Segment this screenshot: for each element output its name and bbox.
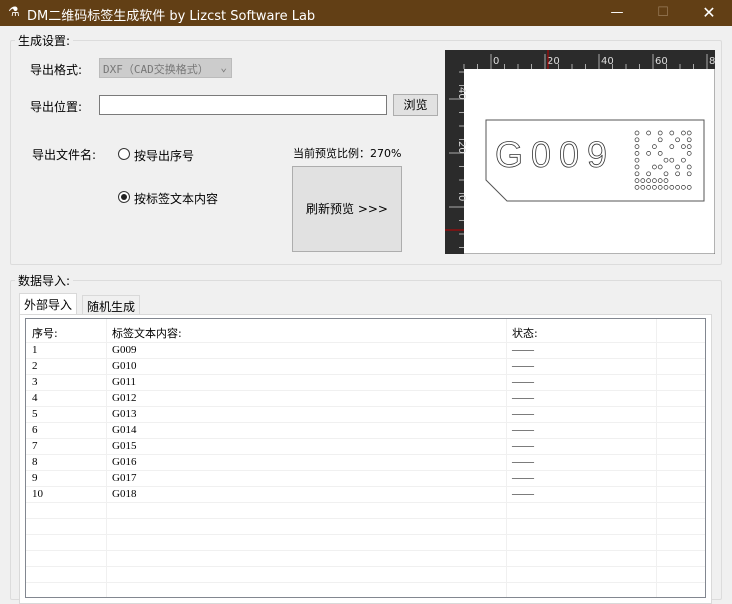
table-row[interactable]: 10 G018 —— xyxy=(26,487,705,503)
format-select[interactable]: DXF（CAD交换格式） ⌄ xyxy=(99,58,232,78)
close-button[interactable]: ✕ xyxy=(686,0,732,26)
location-input[interactable] xyxy=(99,95,387,115)
table-row[interactable]: 9 G017 —— xyxy=(26,471,705,487)
cell-content: G013 xyxy=(112,408,137,420)
table-row[interactable] xyxy=(26,583,705,597)
label-text: G009 xyxy=(495,134,615,175)
app-icon: ⚗ xyxy=(8,5,20,20)
ruler-x-label: 80 xyxy=(709,56,715,67)
table-row[interactable]: 3 G011 —— xyxy=(26,375,705,391)
table-row[interactable] xyxy=(26,551,705,567)
scale-text: 当前预览比例：270% xyxy=(293,147,402,160)
chevron-down-icon: ⌄ xyxy=(220,61,227,74)
cell-serial: 5 xyxy=(32,408,38,420)
cell-status: —— xyxy=(512,376,534,388)
maximize-button[interactable]: ☐ xyxy=(640,0,686,26)
table-row[interactable]: 8 G016 —— xyxy=(26,455,705,471)
cell-serial: 9 xyxy=(32,472,38,484)
tab-random-generate[interactable]: 随机生成 xyxy=(82,295,141,316)
minimize-button[interactable]: — xyxy=(594,0,640,26)
cell-status: —— xyxy=(512,424,534,436)
cell-content: G011 xyxy=(112,376,137,388)
table-row[interactable]: 2 G010 —— xyxy=(26,359,705,375)
ruler-y-label: 0 xyxy=(456,195,467,201)
table-row[interactable]: 6 G014 —— xyxy=(26,423,705,439)
cell-status: —— xyxy=(512,408,534,420)
cell-content: G018 xyxy=(112,488,137,500)
table-row[interactable]: 5 G013 —— xyxy=(26,407,705,423)
format-label: 导出格式: xyxy=(30,63,83,77)
radio-serial[interactable] xyxy=(118,148,130,160)
data-table[interactable]: 序号: 标签文本内容: 状态: 1 G009 —— 2 G010 —— 3 G011 —— 4 G0… xyxy=(25,318,706,598)
ruler-x-label: 40 xyxy=(601,56,614,67)
ruler-x-label: 60 xyxy=(655,56,668,67)
cell-status: —— xyxy=(512,488,534,500)
table-header: 序号: 标签文本内容: 状态: xyxy=(26,319,705,343)
cell-serial: 7 xyxy=(32,440,38,452)
table-row[interactable]: 1 G009 —— xyxy=(26,343,705,359)
preview-canvas: 0 20 40 60 80 40 20 0 G009 xyxy=(445,50,715,254)
cell-status: —— xyxy=(512,392,534,404)
radio-content[interactable] xyxy=(118,191,130,203)
cell-serial: 6 xyxy=(32,424,38,436)
radio-content-label[interactable]: 按标签文本内容 xyxy=(134,190,218,207)
cell-serial: 4 xyxy=(32,392,38,404)
filename-label: 导出文件名: xyxy=(32,148,97,162)
refresh-preview-button[interactable]: 刷新预览 >>> xyxy=(292,166,402,252)
table-row[interactable]: 4 G012 —— xyxy=(26,391,705,407)
cell-serial: 8 xyxy=(32,456,38,468)
cell-status: —— xyxy=(512,456,534,468)
cell-content: G016 xyxy=(112,456,137,468)
data-import-label: 数据导入: xyxy=(15,272,74,289)
cell-serial: 2 xyxy=(32,360,38,372)
cell-serial: 3 xyxy=(32,376,38,388)
cell-content: G010 xyxy=(112,360,137,372)
table-row[interactable] xyxy=(26,535,705,551)
radio-serial-label[interactable]: 按导出序号 xyxy=(134,147,194,164)
location-label: 导出位置: xyxy=(30,100,83,114)
cell-status: —— xyxy=(512,440,534,452)
ruler-y-label: 20 xyxy=(456,141,467,154)
browse-button[interactable]: 浏览 xyxy=(393,94,438,116)
cell-content: G015 xyxy=(112,440,137,452)
table-row[interactable] xyxy=(26,519,705,535)
table-row[interactable] xyxy=(26,567,705,583)
format-value: DXF（CAD交换格式） xyxy=(103,63,209,76)
table-row[interactable]: 7 G015 —— xyxy=(26,439,705,455)
top-ruler xyxy=(445,50,715,69)
cell-status: —— xyxy=(512,472,534,484)
cell-content: G012 xyxy=(112,392,137,404)
cell-serial: 10 xyxy=(32,488,43,500)
cell-serial: 1 xyxy=(32,344,38,356)
cell-status: —— xyxy=(512,360,534,372)
settings-group-label: 生成设置: xyxy=(15,32,74,49)
ruler-x-label: 20 xyxy=(547,56,560,67)
cell-status: —— xyxy=(512,344,534,356)
cell-content: G014 xyxy=(112,424,137,436)
column-header-status[interactable]: 状态: xyxy=(512,325,538,341)
column-header-serial[interactable]: 序号: xyxy=(32,325,58,341)
cell-content: G009 xyxy=(112,344,137,356)
window-title: DM二维码标签生成软件 by Lizcst Software Lab xyxy=(27,9,316,24)
ruler-y-label: 40 xyxy=(456,87,467,100)
ruler-x-label: 0 xyxy=(493,56,499,67)
cell-content: G017 xyxy=(112,472,137,484)
table-row[interactable] xyxy=(26,503,705,519)
tab-external-import[interactable]: 外部导入 xyxy=(19,293,78,315)
column-header-content[interactable]: 标签文本内容: xyxy=(112,325,182,341)
title-bar: ⚗ DM二维码标签生成软件 by Lizcst Software Lab — ☐… xyxy=(0,0,732,26)
